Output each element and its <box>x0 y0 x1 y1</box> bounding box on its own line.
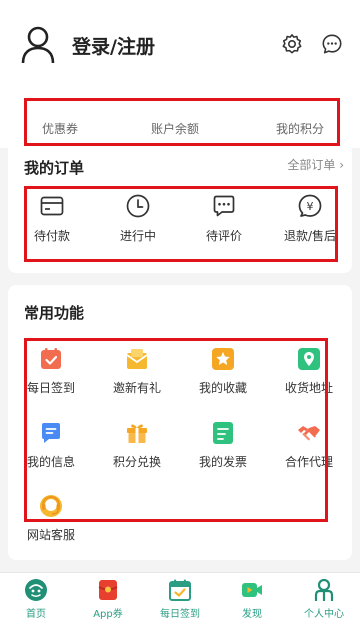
coupon-stat[interactable]: -- 优惠券 <box>0 90 120 148</box>
chat-icon[interactable] <box>321 33 343 55</box>
invite-gift[interactable]: 邀新有礼 <box>94 347 180 407</box>
coupon-label: 优惠券 <box>41 122 78 136</box>
profile-header: 登录/注册 <box>0 0 360 90</box>
tab-discover-label: 发现 <box>242 609 262 620</box>
location-icon <box>298 348 320 370</box>
my-invoice-label: 我的发票 <box>198 455 247 469</box>
functions-card: 常用功能 每日签到 邀新有礼 我的收藏 收货地址 我的信息 积分兑换 我的发票 … <box>8 285 352 560</box>
points-exchange[interactable]: 积分兑换 <box>94 421 180 481</box>
user-avatar-icon[interactable] <box>20 24 56 64</box>
balance-stat[interactable]: -- 账户余额 <box>115 90 235 148</box>
daily-checkin-label: 每日签到 <box>26 381 75 395</box>
tab-app-coupon[interactable]: App券 <box>72 573 144 622</box>
partner-agent-label: 合作代理 <box>284 455 333 469</box>
tab-discover[interactable]: 发现 <box>216 573 288 622</box>
points-exchange-label: 积分兑换 <box>112 455 161 469</box>
refund-aftersale[interactable]: ¥ 退款/售后 <box>270 193 350 253</box>
coupon-icon <box>98 580 118 600</box>
handshake-icon <box>298 426 320 441</box>
star-icon <box>212 348 234 370</box>
balance-label: 账户余额 <box>150 122 199 136</box>
pending-payment-label: 待付款 <box>33 229 70 243</box>
site-support[interactable]: 网站客服 <box>8 494 94 554</box>
in-progress[interactable]: 进行中 <box>98 193 178 253</box>
points-stat[interactable]: -- 我的积分 <box>240 90 360 148</box>
home-icon <box>25 579 47 601</box>
pending-payment[interactable]: 待付款 <box>12 193 92 253</box>
invoice-icon <box>213 422 233 444</box>
tab-home-label: 首页 <box>26 609 46 620</box>
tab-home[interactable]: 首页 <box>0 573 72 622</box>
in-progress-label: 进行中 <box>119 229 156 243</box>
balance-value: -- <box>171 93 179 106</box>
pending-review-label: 待评价 <box>205 229 242 243</box>
refund-label: 退款/售后 <box>283 229 337 243</box>
all-orders-link[interactable]: 全部订单 › <box>287 156 344 173</box>
envelope-gift-icon <box>126 349 148 369</box>
svg-text:¥: ¥ <box>307 200 314 213</box>
refund-icon: ¥ <box>298 194 322 217</box>
functions-title: 常用功能 <box>24 304 85 322</box>
tab-personal-center-label: 个人中心 <box>304 609 344 620</box>
tab-personal-center[interactable]: 个人中心 <box>288 573 360 622</box>
daily-checkin[interactable]: 每日签到 <box>8 347 94 407</box>
account-stats: -- 优惠券 -- 账户余额 -- 我的积分 <box>0 90 360 148</box>
points-label: 我的积分 <box>275 122 324 136</box>
card-icon <box>40 196 64 216</box>
gift-icon <box>127 424 147 443</box>
my-favorites-label: 我的收藏 <box>198 381 247 395</box>
shipping-address-label: 收货地址 <box>284 381 333 395</box>
my-info-label: 我的信息 <box>26 455 75 469</box>
orders-title: 我的订单 <box>24 159 85 177</box>
partner-agent[interactable]: 合作代理 <box>266 421 352 481</box>
my-favorites[interactable]: 我的收藏 <box>180 347 266 407</box>
my-invoice[interactable]: 我的发票 <box>180 421 266 481</box>
headset-icon <box>40 495 62 517</box>
my-info[interactable]: 我的信息 <box>8 421 94 481</box>
video-icon <box>242 583 262 597</box>
invite-gift-label: 邀新有礼 <box>112 381 161 395</box>
shipping-address[interactable]: 收货地址 <box>266 347 352 407</box>
gear-icon[interactable] <box>281 33 303 55</box>
tab-daily-checkin[interactable]: 每日签到 <box>144 573 216 622</box>
calendar-check-icon <box>169 579 191 601</box>
pending-review[interactable]: 待评价 <box>184 193 264 253</box>
message-icon <box>42 423 60 443</box>
bottom-tab-bar: 首页 App券 每日签到 发现 个人中心 <box>0 572 360 622</box>
tab-daily-checkin-label: 每日签到 <box>160 609 200 620</box>
coupon-value: -- <box>56 93 64 106</box>
comment-icon <box>213 195 235 217</box>
clock-icon <box>126 194 150 218</box>
site-support-label: 网站客服 <box>26 528 75 542</box>
orders-card: 我的订单 全部订单 › 待付款 进行中 待评价 ¥ 退款/售后 <box>8 143 352 273</box>
points-value: -- <box>296 93 304 106</box>
checkin-icon <box>41 348 61 369</box>
person-icon <box>314 578 334 601</box>
login-register-link[interactable]: 登录/注册 <box>72 32 155 59</box>
tab-app-coupon-label: App券 <box>93 609 123 620</box>
